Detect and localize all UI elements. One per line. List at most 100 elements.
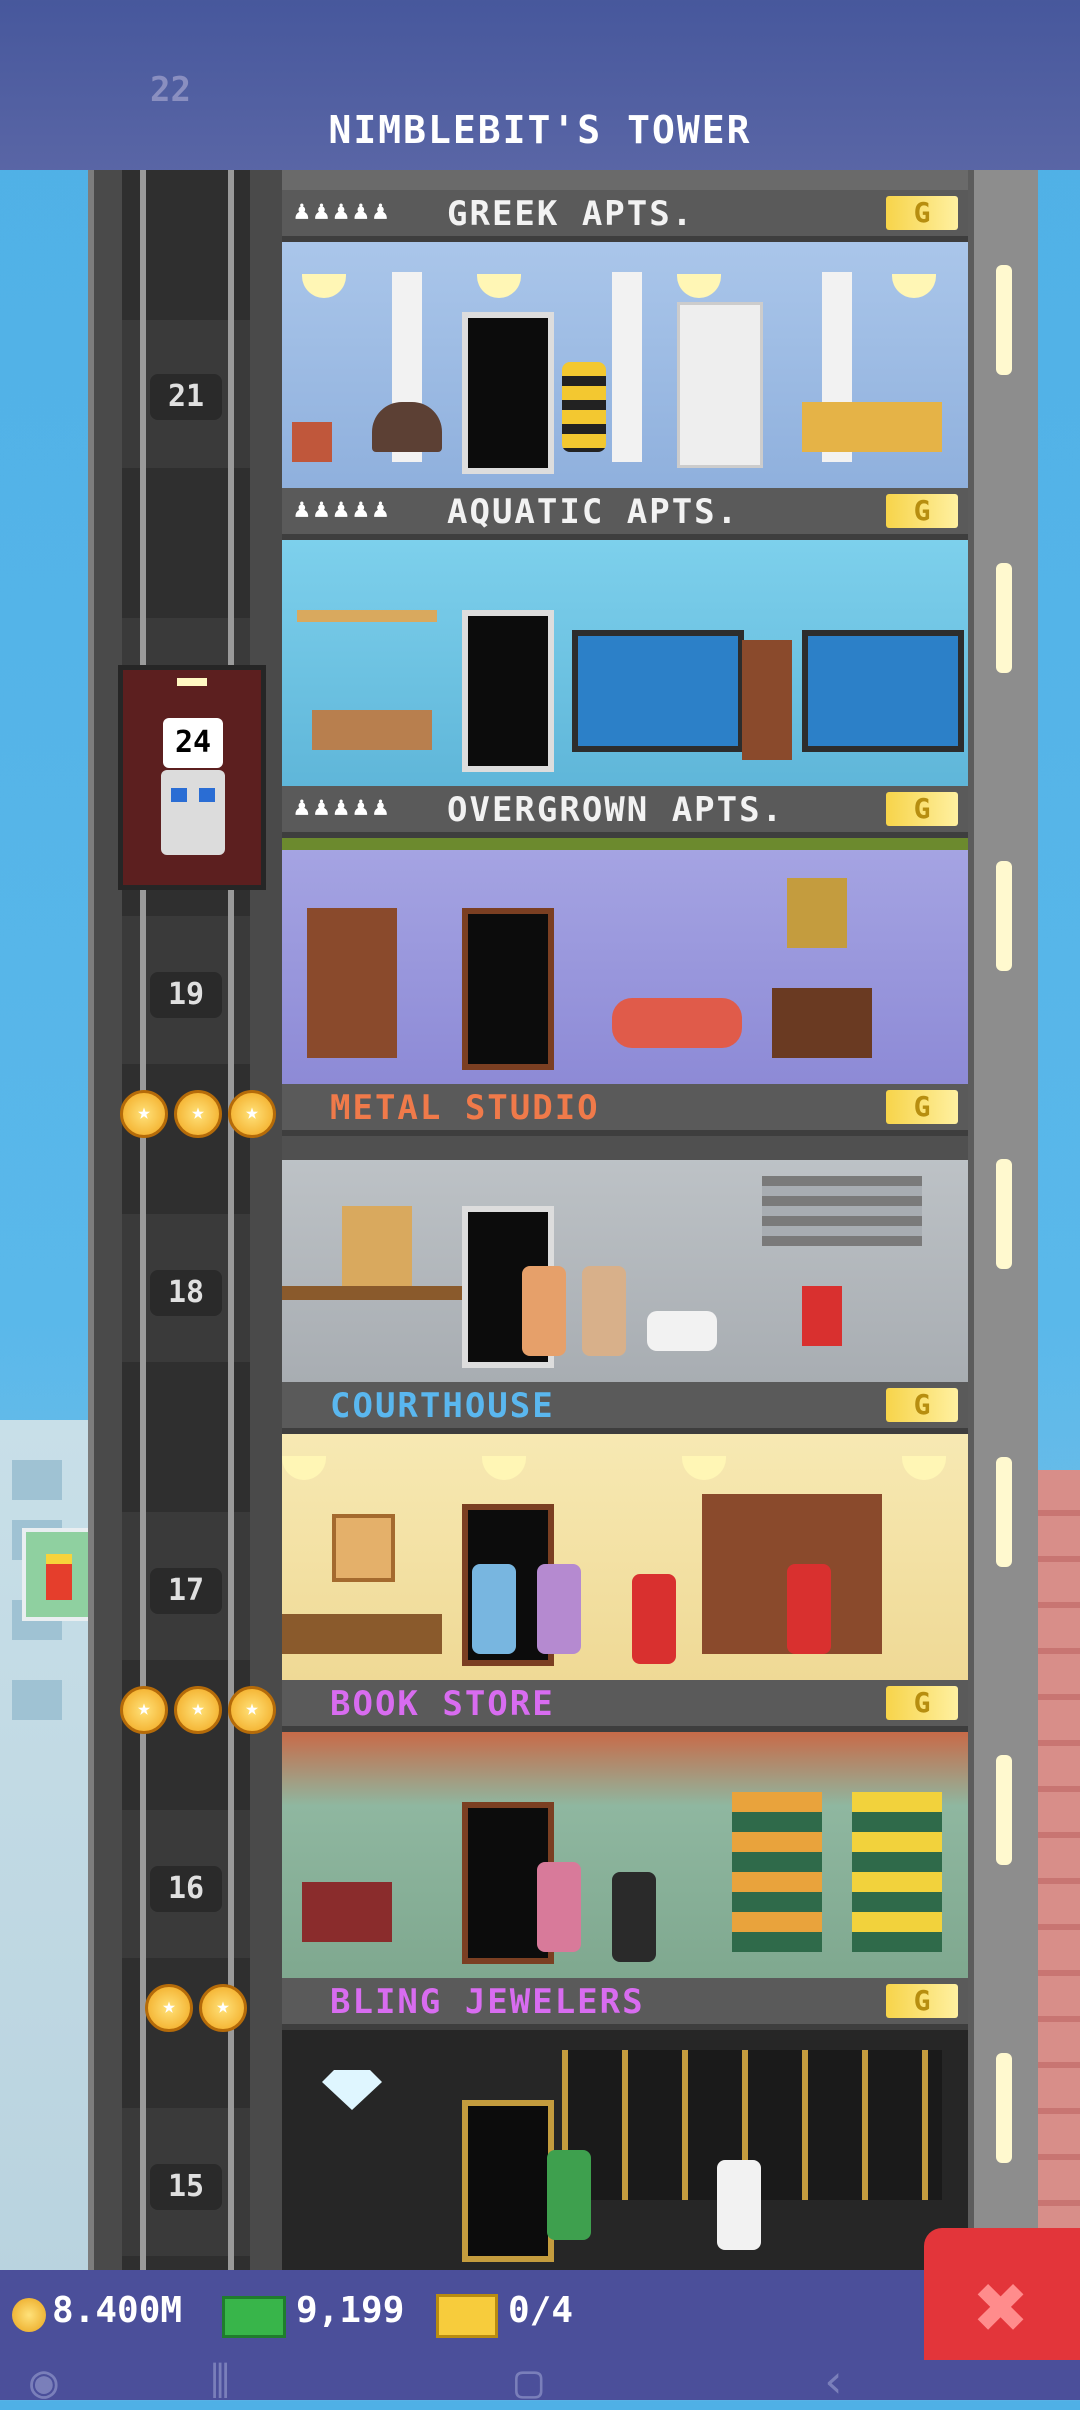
- floor-number: 15: [150, 2164, 222, 2210]
- fireplace: [772, 988, 872, 1058]
- elevator-car[interactable]: 24: [118, 665, 266, 890]
- pillar-light: [996, 861, 1012, 971]
- elevator-cable: [140, 170, 146, 2270]
- wall-shelf: [297, 610, 437, 622]
- coins-value: 8.400M: [52, 2290, 183, 2331]
- bitizen[interactable]: [632, 1574, 676, 1664]
- floor-name: OVERGROWN APTS.: [447, 790, 785, 830]
- floor-book-store[interactable]: BOOK STORE G: [282, 1680, 968, 1978]
- bux-value: 9,199: [296, 2290, 405, 2331]
- toolbox: [802, 1286, 842, 1346]
- floor-banner: ♟♟♟♟♟ GREEK APTS. G: [282, 190, 968, 242]
- picture-frame: [787, 878, 847, 948]
- floor-number: 19: [150, 972, 222, 1018]
- cow: [647, 1311, 717, 1351]
- floor-name: AQUATIC APTS.: [447, 492, 740, 532]
- tickets-value: 0/4: [508, 2290, 574, 2331]
- room-interior: [282, 540, 968, 786]
- stars-book-store: ★ ★ ★: [120, 1686, 276, 1734]
- ceiling-lamp: [682, 1456, 726, 1480]
- floor-banner: BOOK STORE G: [282, 1680, 968, 1732]
- resource-bar: 8.400M 9,199 0/4: [0, 2270, 1080, 2360]
- robot-bitizen[interactable]: [161, 770, 225, 855]
- close-icon: ✖: [974, 2255, 1030, 2360]
- gold-upgrade-button[interactable]: G: [886, 494, 958, 528]
- star-icon: ★: [228, 1686, 276, 1734]
- gold-upgrade-button[interactable]: G: [886, 1388, 958, 1422]
- shark-costume-bitizen[interactable]: [472, 1564, 516, 1654]
- faded-floor-number: 22: [150, 70, 191, 110]
- bitizen[interactable]: [522, 1266, 566, 1356]
- star-icon: ★: [199, 1984, 247, 2032]
- pillar-light: [996, 265, 1012, 375]
- room-interior: [282, 1434, 968, 1680]
- residents-icon: ♟♟♟♟♟: [294, 494, 393, 524]
- judge-bitizen[interactable]: [787, 1564, 831, 1654]
- floor-banner: ♟♟♟♟♟ AQUATIC APTS. G: [282, 488, 968, 540]
- bitizen[interactable]: [582, 1266, 626, 1356]
- plant-pot: [292, 422, 332, 462]
- column: [612, 272, 642, 462]
- floor-greek-apts[interactable]: ♟♟♟♟♟ GREEK APTS. G: [282, 190, 968, 488]
- book-display: [302, 1882, 392, 1942]
- floor-name: COURTHOUSE: [330, 1386, 555, 1426]
- sofa: [802, 402, 942, 452]
- framed-notice: [332, 1514, 395, 1582]
- ceiling-lamp: [677, 274, 721, 298]
- recents-icon[interactable]: ⦀: [210, 2354, 230, 2410]
- apartment-door: [462, 610, 554, 772]
- gold-upgrade-button[interactable]: G: [886, 1686, 958, 1720]
- red-sofa: [612, 998, 742, 1048]
- bitizen[interactable]: [612, 1872, 656, 1962]
- floor-banner: BLING JEWELERS G: [282, 1978, 968, 2030]
- bitizen[interactable]: [537, 1862, 581, 1952]
- floor-overgrown-apts[interactable]: ♟♟♟♟♟ OVERGROWN APTS. G: [282, 786, 968, 1084]
- chef-bitizen[interactable]: [717, 2160, 761, 2250]
- floor-courthouse[interactable]: COURTHOUSE G: [282, 1382, 968, 1680]
- star-icon: ★: [120, 1686, 168, 1734]
- bitizen[interactable]: [537, 1564, 581, 1654]
- floor-metal-studio[interactable]: METAL STUDIO G: [282, 1084, 968, 1382]
- aquarium: [802, 630, 964, 752]
- pillar-light: [996, 1159, 1012, 1269]
- bitizen[interactable]: [547, 2150, 591, 2240]
- elevator-light: [177, 678, 207, 686]
- gold-upgrade-button[interactable]: G: [886, 1090, 958, 1124]
- room-interior: [282, 1732, 968, 1978]
- gold-upgrade-button[interactable]: G: [886, 196, 958, 230]
- pillar-light: [996, 1457, 1012, 1567]
- star-icon: ★: [120, 1090, 168, 1138]
- robot-eye: [171, 788, 187, 802]
- ceiling-lamp: [482, 1456, 526, 1480]
- workbench: [282, 1286, 482, 1300]
- building-window: [12, 1680, 62, 1720]
- elevator-cable: [228, 170, 234, 2270]
- aquarium: [572, 630, 744, 752]
- gold-upgrade-button[interactable]: G: [886, 792, 958, 826]
- apartment-door: [462, 908, 554, 1070]
- floor-name: BLING JEWELERS: [330, 1982, 645, 2022]
- robot-eye: [199, 788, 215, 802]
- floor-aquatic-apts[interactable]: ♟♟♟♟♟ AQUATIC APTS. G: [282, 488, 968, 786]
- coin-icon: [12, 2298, 46, 2332]
- ceiling-lamp: [282, 1456, 326, 1480]
- elevator-destination-bubble: 24: [163, 718, 223, 768]
- gold-upgrade-button[interactable]: G: [886, 1984, 958, 2018]
- business-door: [462, 2100, 554, 2262]
- bee-bitizen[interactable]: [562, 362, 606, 452]
- ceiling-pipes: [282, 1136, 968, 1160]
- vines: [282, 838, 968, 850]
- bookcase: [732, 1792, 822, 1952]
- pillar-light: [996, 2053, 1012, 2163]
- residents-icon: ♟♟♟♟♟: [294, 792, 393, 822]
- stars-bling-jewelers: ★ ★: [145, 1984, 247, 2032]
- ticket-icon: [436, 2294, 498, 2338]
- ceiling-lamp: [902, 1456, 946, 1480]
- floor-bling-jewelers[interactable]: BLING JEWELERS G: [282, 1978, 968, 2276]
- bookcase: [852, 1792, 942, 1952]
- pegboard: [342, 1206, 412, 1286]
- room-interior: [282, 242, 968, 488]
- pillar-light: [996, 1755, 1012, 1865]
- room-interior: [282, 1136, 968, 1382]
- apartment-door: [462, 312, 554, 474]
